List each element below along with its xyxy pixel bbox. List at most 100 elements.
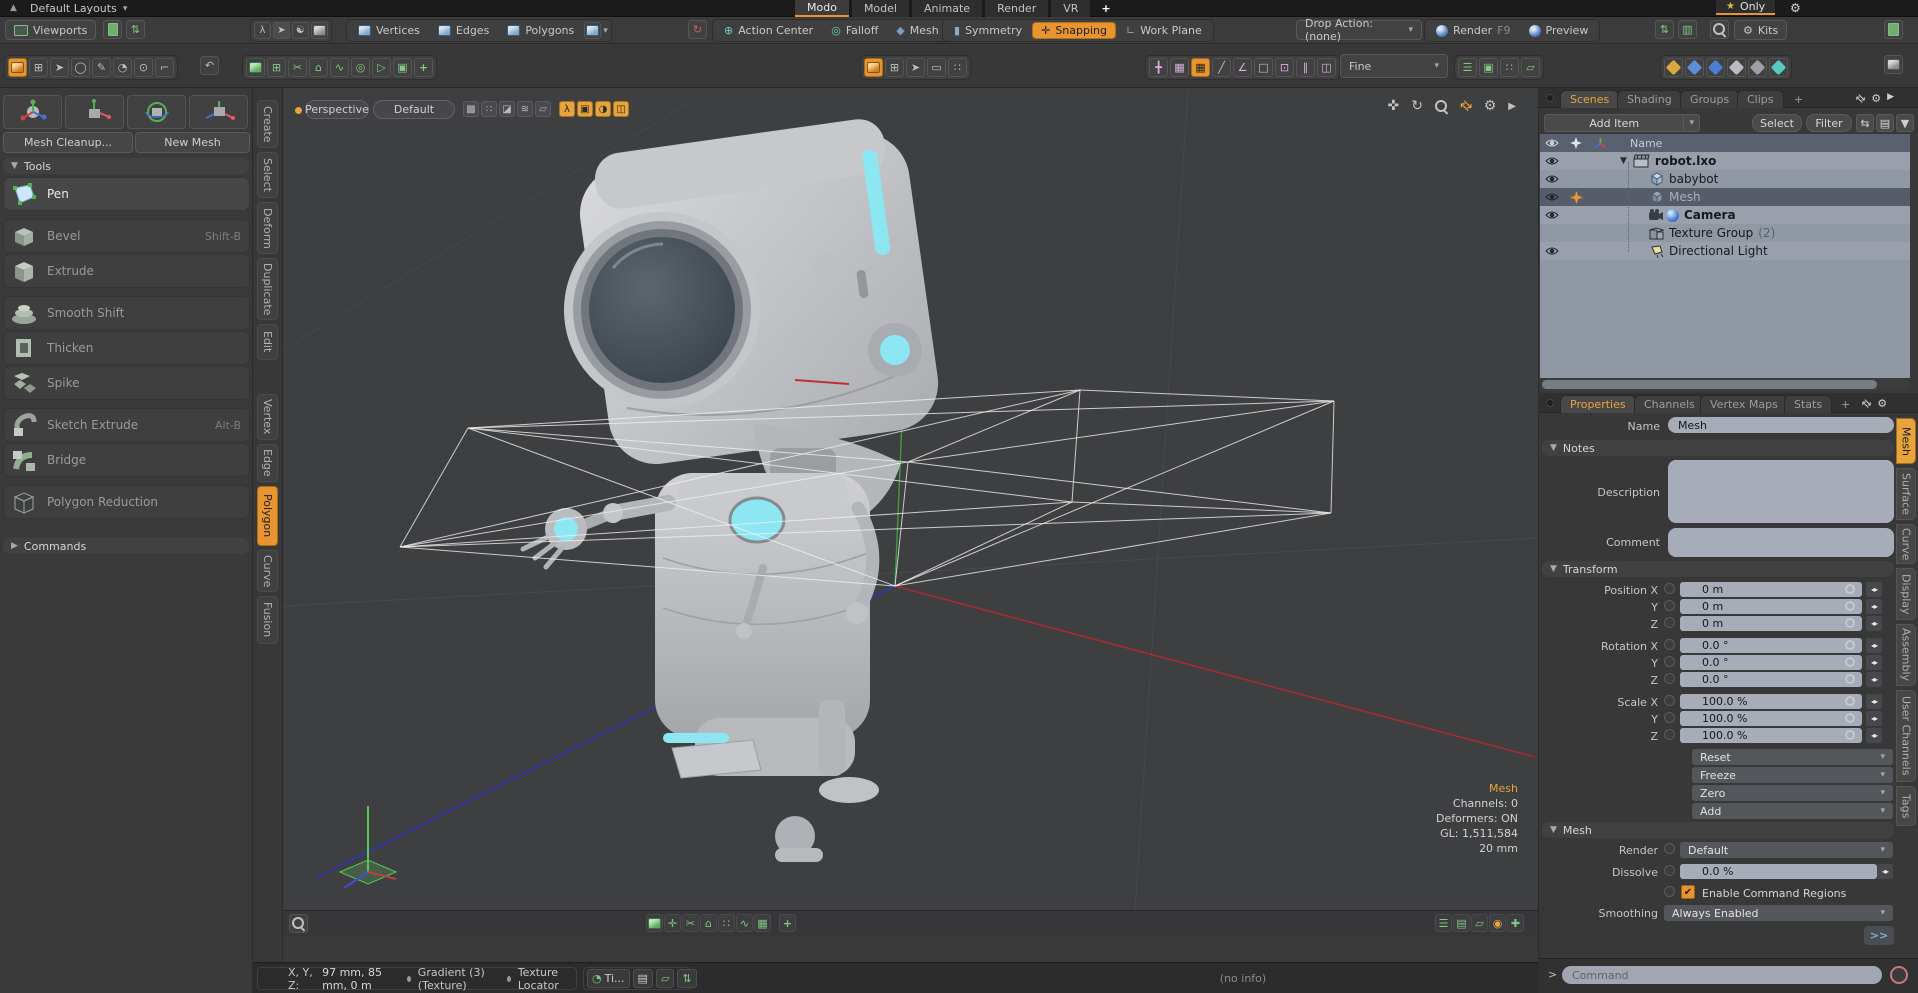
render-button[interactable]: RenderF9: [1428, 22, 1519, 39]
plane-tool-icon[interactable]: ⌐: [155, 58, 174, 77]
commands-section-header[interactable]: ▶ Commands: [3, 538, 249, 554]
rtab-user-channels[interactable]: User Channels: [1896, 690, 1916, 782]
curve-icon[interactable]: ∿: [330, 58, 349, 77]
maximize-icon[interactable]: ⇄: [1456, 96, 1476, 116]
bt-camera-icon[interactable]: ⌂: [700, 914, 717, 932]
tab-clips[interactable]: Clips: [1737, 90, 1784, 108]
snap-grid-active-icon[interactable]: ▦: [1191, 58, 1210, 77]
command-regions-checkbox[interactable]: ✔: [1681, 885, 1695, 899]
show-shadows-icon[interactable]: ◑: [595, 101, 611, 117]
channel-dot[interactable]: [1664, 600, 1675, 611]
reset-button[interactable]: Reset▾: [1692, 749, 1893, 765]
falloff-button[interactable]: ◎Falloff: [823, 22, 886, 39]
rotation-y-input[interactable]: 0.0 °: [1680, 655, 1862, 670]
rtab-display[interactable]: Display: [1896, 568, 1916, 620]
zoom-icon[interactable]: [1435, 100, 1448, 113]
viewport-canvas[interactable]: [283, 88, 1538, 910]
edges-mode-button[interactable]: Edges: [430, 22, 497, 39]
item-mode-icon[interactable]: λ: [254, 22, 271, 39]
rtab-tags[interactable]: Tags: [1896, 786, 1916, 826]
scene-item-camera[interactable]: Camera: [1540, 206, 1910, 224]
smoothing-select[interactable]: Always Enabled▾: [1664, 905, 1893, 921]
scene-scrollbar-track[interactable]: [1540, 378, 1910, 391]
select-tool-icon[interactable]: ➤: [50, 58, 69, 77]
br-frame-icon[interactable]: ▱: [1471, 914, 1488, 932]
add-item-select[interactable]: Add Item ▾: [1544, 114, 1700, 132]
expander-icon[interactable]: ▼: [1620, 156, 1627, 166]
polygons-mode-button[interactable]: Polygons: [499, 22, 582, 39]
preview-button[interactable]: Preview: [1521, 22, 1597, 39]
br-add-icon[interactable]: ✚: [1507, 914, 1524, 932]
viewport-flyout-icon[interactable]: ▶: [1508, 101, 1516, 112]
description-field[interactable]: [1668, 460, 1894, 523]
tab-stats[interactable]: Stats: [1784, 395, 1832, 413]
add-icon[interactable]: +: [414, 58, 433, 77]
tab-model[interactable]: Model: [852, 0, 909, 17]
kits-button[interactable]: ⚙ Kits: [1734, 20, 1787, 40]
undo-icon[interactable]: ↶: [200, 56, 219, 75]
tab-select[interactable]: Select: [257, 152, 278, 198]
viewport-3d[interactable]: Perspective Default ▩ ∷ ◪ ≋ ▱ λ ▣ ◑ ◫ ✜ …: [283, 88, 1538, 936]
tab-shading[interactable]: Shading: [1617, 90, 1682, 108]
scene-item-mesh-selected[interactable]: Mesh: [1540, 188, 1910, 206]
tool-thicken[interactable]: Thicken: [3, 331, 250, 365]
channel-dot[interactable]: [1664, 886, 1675, 897]
channel-dot[interactable]: [1664, 695, 1675, 706]
channel-dot[interactable]: [1664, 617, 1675, 628]
panel-thumb-dot[interactable]: [1546, 94, 1554, 102]
rotation-z-input[interactable]: 0.0 °: [1680, 672, 1862, 687]
monitor-status-button[interactable]: ▱: [656, 969, 674, 988]
expand-panel-icon[interactable]: ⇄: [1859, 396, 1875, 412]
panel-flyout-icon[interactable]: ▶: [1887, 92, 1894, 105]
columns-icon[interactable]: ▥: [1678, 20, 1697, 39]
snapping-button[interactable]: ✛Snapping: [1032, 22, 1116, 39]
add-button[interactable]: Add▾: [1692, 803, 1893, 819]
snap-slope-icon[interactable]: ╱: [1212, 58, 1231, 77]
shading-mode-select[interactable]: Default: [373, 100, 455, 119]
position-x-input[interactable]: 0 m: [1680, 582, 1862, 597]
bt-link-icon[interactable]: ∿: [736, 914, 753, 932]
tab-edit[interactable]: Edit: [257, 324, 278, 360]
cut-icon[interactable]: ✂: [288, 58, 307, 77]
tool-extrude[interactable]: Extrude: [3, 254, 250, 288]
rtab-curve[interactable]: Curve: [1896, 524, 1916, 564]
keyframe-dot[interactable]: [1845, 640, 1855, 650]
bt-move-icon[interactable]: ✛: [664, 914, 681, 932]
axis-column-icon[interactable]: [1594, 137, 1607, 149]
br-layers-icon[interactable]: ▤: [1453, 914, 1470, 932]
dissolve-input[interactable]: 0.0 %: [1680, 864, 1877, 879]
action-center-local-button[interactable]: [65, 95, 124, 129]
tab-render[interactable]: Render: [985, 0, 1048, 17]
name-field[interactable]: Mesh: [1668, 417, 1894, 433]
list-options-icon[interactable]: ☰: [1458, 58, 1477, 77]
rtab-surface[interactable]: Surface: [1896, 468, 1916, 520]
zero-button[interactable]: Zero▾: [1692, 785, 1893, 801]
gem-blue-icon[interactable]: [1685, 58, 1704, 77]
spinner[interactable]: ◂▸: [1866, 582, 1882, 597]
primitive-cube-tool[interactable]: [8, 58, 27, 77]
snap-axis-icon[interactable]: ╋: [1149, 58, 1168, 77]
tab-vr[interactable]: VR: [1051, 0, 1090, 17]
comment-field[interactable]: [1668, 528, 1894, 557]
sync-icon[interactable]: ⇅: [1655, 20, 1674, 39]
snap-grid-icon[interactable]: ▦: [1170, 58, 1189, 77]
swap-layout-button[interactable]: ⇅: [126, 20, 145, 39]
bt-dots-icon[interactable]: ∷: [718, 914, 735, 932]
position-z-input[interactable]: 0 m: [1680, 616, 1862, 631]
visibility-eye-icon[interactable]: [1545, 156, 1559, 166]
layer-stack-icon[interactable]: ▣: [1479, 58, 1498, 77]
thumbnail-view-button[interactable]: [103, 20, 122, 39]
shade-icon[interactable]: ◪: [499, 101, 515, 117]
channel-dot[interactable]: [1664, 729, 1675, 740]
channel-dot[interactable]: [1664, 639, 1675, 650]
view-mode-select[interactable]: Perspective: [305, 100, 369, 119]
tool-spike[interactable]: Spike: [3, 366, 250, 400]
add-layout-tab-button[interactable]: +: [1093, 2, 1118, 15]
notes-section-header[interactable]: ▼ Notes: [1542, 440, 1894, 456]
tab-channels[interactable]: Channels: [1634, 395, 1705, 413]
mode-dropdown[interactable]: [584, 22, 601, 39]
bt-cube-icon[interactable]: [646, 914, 663, 932]
tab-edge[interactable]: Edge: [257, 444, 278, 482]
palette-more-button[interactable]: [1884, 55, 1903, 74]
action-center-origin-button[interactable]: [189, 95, 248, 129]
